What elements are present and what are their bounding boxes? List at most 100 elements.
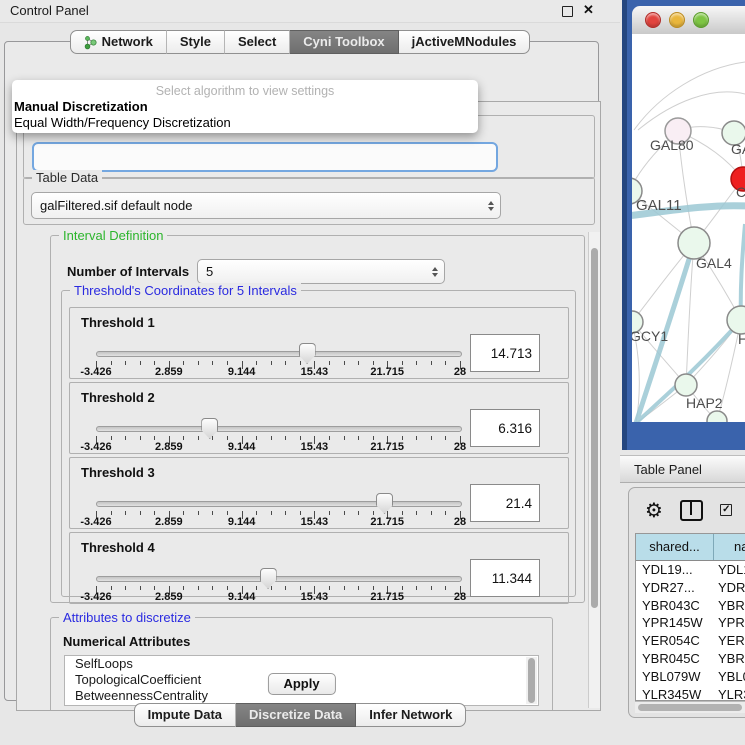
network-window-titlebar[interactable] [632,6,745,35]
minimize-traffic-light-icon[interactable] [669,12,685,28]
table-data-combobox[interactable]: galFiltered.sif default node [31,192,501,219]
slider-track[interactable] [96,351,462,357]
tick [212,436,213,440]
table-toolbar: ⚙ ✓ ✓ [629,488,745,532]
close-traffic-light-icon[interactable] [645,12,661,28]
table-cell[interactable]: YER054C [636,632,714,650]
tab-select[interactable]: Select [225,30,290,54]
thresholds-group: Threshold's Coordinates for 5 Intervals … [61,290,576,597]
tab-cyni-toolbox[interactable]: Cyni Toolbox [290,30,398,54]
slider-handle[interactable] [201,418,218,439]
table-row[interactable]: YBR043CYBR0 [636,597,745,615]
threshold-value-field[interactable] [470,334,540,372]
tick [183,511,184,515]
tick [300,436,301,440]
table-cell[interactable]: YBR045C [636,650,714,668]
split-columns-icon[interactable] [680,500,704,521]
scrollbar-thumb[interactable] [591,248,598,608]
combo-stepper-icon[interactable] [488,201,494,211]
tick [285,436,286,440]
tick [416,361,417,365]
tick [300,586,301,590]
tick-label: 15.43 [301,516,329,528]
table-cell[interactable]: YPR1 [714,614,745,632]
table-cell[interactable]: YPR145W [636,614,714,632]
horizontal-scrollbar[interactable] [635,701,745,713]
network-canvas[interactable]: GAL80GACGAL11GAL4GCY1HHAP2 [632,34,745,422]
table-row[interactable]: YBR045CYBR0 [636,650,745,668]
slider-handle[interactable] [376,493,393,514]
network-node-hap2[interactable] [675,374,697,396]
table-cell[interactable]: YBR043C [636,597,714,615]
tick [198,436,199,440]
table-row[interactable]: YDL19...YDL1 [636,561,745,579]
number-of-intervals-combobox[interactable]: 5 [197,259,445,284]
threshold-value-field[interactable] [470,409,540,447]
column-header-name[interactable]: na [714,534,745,560]
tab-label: jActiveMNodules [412,31,517,53]
algorithm-combobox[interactable] [32,142,498,172]
float-window-icon[interactable] [562,6,573,17]
tick [285,361,286,365]
table-cell[interactable]: YBL079W [636,668,714,686]
gear-icon[interactable]: ⚙ [645,500,663,520]
tab-network[interactable]: Network [70,30,167,54]
tab-style[interactable]: Style [167,30,225,54]
attribute-item-selfloops[interactable]: SelfLoops [65,656,538,672]
algorithm-option-equal-width-frequency-discretization[interactable]: Equal Width/Frequency Discretization [12,115,478,131]
bottom-tab-infer-network[interactable]: Infer Network [356,703,466,727]
threshold-value-field[interactable] [470,559,540,597]
discretize-scrollpane: Discretization Algorithm Table Data galF… [16,101,601,711]
table-cell[interactable]: YDR2 [714,579,745,597]
table-data-group: Table Data galFiltered.sif default node [23,177,595,225]
table-cell[interactable]: YBL0 [714,668,745,686]
interval-definition-group: Interval Definition Number of Intervals … [50,235,585,603]
table-row[interactable]: YLR345WYLR3 [636,686,745,701]
table-row[interactable]: YBL079WYBL0 [636,668,745,686]
scrollbar-thumb[interactable] [638,704,742,711]
table-row[interactable]: YER054CYER0 [636,632,745,650]
combo-stepper-icon[interactable] [432,267,438,277]
tick-label: 21.715 [370,441,404,453]
table-cell[interactable]: YBR0 [714,650,745,668]
table-cell[interactable]: YDR27... [636,579,714,597]
zoom-traffic-light-icon[interactable] [693,12,709,28]
table-cell[interactable]: YLR3 [714,686,745,701]
tab-jactivemnodules[interactable]: jActiveMNodules [399,30,531,54]
tick [154,436,155,440]
table-row[interactable]: YDR27...YDR2 [636,579,745,597]
scrollbar-thumb[interactable] [528,658,535,703]
close-icon[interactable]: ✕ [583,2,594,18]
tick [212,361,213,365]
slider-track[interactable] [96,501,462,507]
table-data-value: galFiltered.sif default node [40,198,192,213]
table-cell[interactable]: YBR0 [714,597,745,615]
number-of-intervals-value: 5 [206,264,213,279]
column-header-shared[interactable]: shared... [636,534,714,560]
vertical-scrollbar[interactable] [588,232,600,708]
table-cell[interactable]: YER0 [714,632,745,650]
slider-track[interactable] [96,576,462,582]
algorithm-option-manual-discretization[interactable]: Manual Discretization [12,99,478,115]
slider-handle[interactable] [299,343,316,364]
network-node-label: GAL80 [650,137,694,153]
bottom-tab-impute-data[interactable]: Impute Data [134,703,236,727]
attributes-scrollbar[interactable] [526,657,537,704]
apply-button[interactable]: Apply [267,673,335,695]
table-cell[interactable]: YDL1 [714,561,745,579]
slider-handle[interactable] [260,568,277,589]
slider-track[interactable] [96,426,462,432]
attributes-group: Attributes to discretize Numerical Attri… [50,617,553,711]
tab-label: Discretize Data [249,704,342,726]
tab-label: Style [180,31,211,53]
network-node-label: GA [731,141,745,157]
threshold-value-field[interactable] [470,484,540,522]
checkbox-icon[interactable]: ✓ [720,504,732,516]
tick [373,436,374,440]
bottom-tab-discretize-data[interactable]: Discretize Data [236,703,356,727]
table-cell[interactable]: YDL19... [636,561,714,579]
table-row[interactable]: YPR145WYPR1 [636,614,745,632]
tick-label: -3.426 [80,441,111,453]
table-cell[interactable]: YLR345W [636,686,714,701]
network-node-node-bottom[interactable] [707,411,727,422]
